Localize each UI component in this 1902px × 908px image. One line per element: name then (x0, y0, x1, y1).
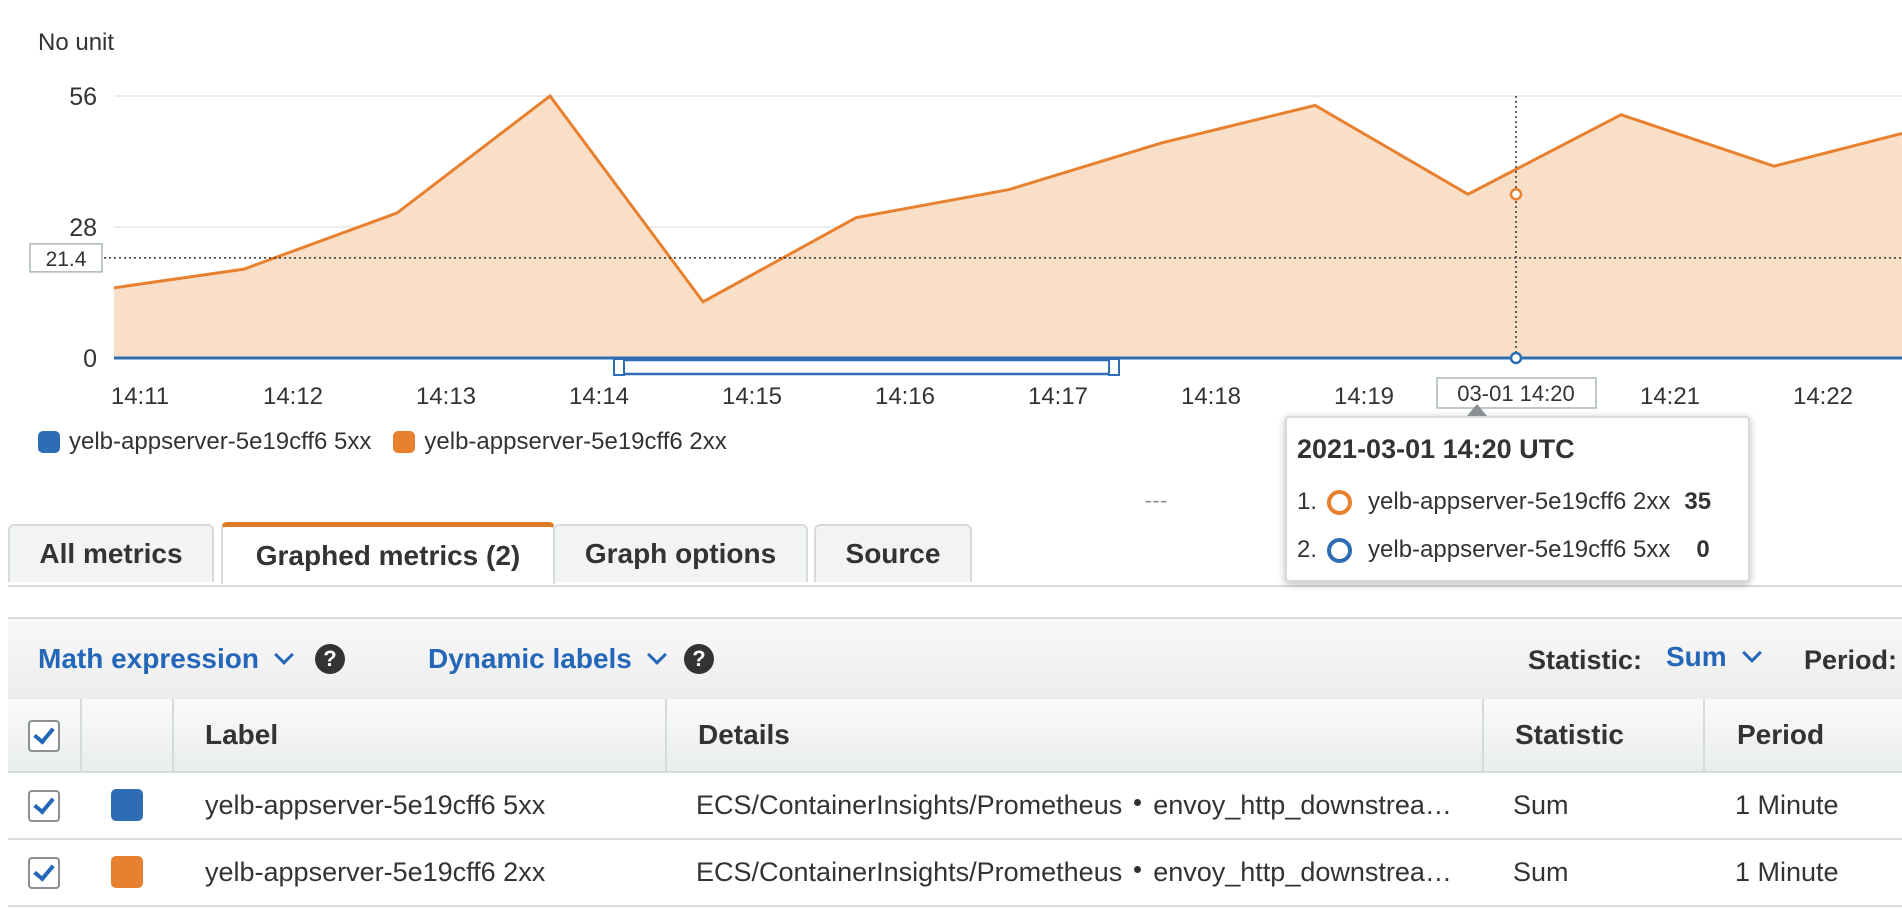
tooltip-row-2: 2. yelb-appserver-5e19cff6 5xx 0 (1297, 536, 1710, 564)
hover-tooltip: 2021-03-01 14:20 UTC 1. yelb-appserver-5… (1285, 404, 1750, 582)
metrics-area-chart[interactable]: 56 28 0 14:11 14:12 14:13 14:14 14:15 14:16 14:1… (0, 0, 1902, 420)
hover-x-label: 03-01 14:20 (1457, 381, 1574, 406)
statistic-dropdown[interactable]: Sum (1666, 641, 1762, 673)
x-tick-label: 14:14 (569, 383, 629, 410)
legend-label-5xx: yelb-appserver-5e19cff6 5xx (69, 428, 372, 455)
tooltip-title: 2021-03-01 14:20 UTC (1297, 434, 1575, 464)
column-header-details[interactable]: Details (698, 699, 790, 771)
table-row[interactable]: yelb-appserver-5e19cff6 2xx ECS/Containe… (8, 840, 1902, 907)
period-label: Period: (1804, 645, 1898, 675)
threshold-label: 21.4 (46, 248, 87, 271)
column-divider (172, 699, 174, 771)
chevron-down-icon (274, 645, 294, 665)
row-checkbox[interactable] (28, 790, 60, 822)
x-tick-label: 14:11 (111, 383, 169, 410)
x-tick-label: 14:18 (1181, 383, 1241, 410)
column-header-statistic[interactable]: Statistic (1515, 699, 1624, 771)
statistic-value: Sum (1666, 641, 1727, 672)
column-header-period[interactable]: Period (1737, 699, 1824, 771)
chevron-down-icon (646, 645, 667, 665)
row-label[interactable]: yelb-appserver-5e19cff6 2xx (205, 840, 545, 905)
tab-graphed-metrics[interactable]: Graphed metrics (2) (221, 522, 555, 584)
graphed-metrics-toolbar: Math expression ? Dynamic labels ? Stati… (8, 617, 1902, 703)
tooltip-row-value: 35 (1684, 488, 1712, 515)
chart-legend: yelb-appserver-5e19cff6 5xx yelb-appserv… (38, 428, 749, 456)
row-metric-name: envoy_http_downstrea… (1153, 857, 1452, 887)
row-statistic[interactable]: Sum (1513, 840, 1569, 905)
x-tick-label: 14:16 (875, 383, 935, 410)
row-namespace: ECS/ContainerInsights/Prometheus (696, 857, 1123, 887)
row-checkbox[interactable] (28, 857, 60, 889)
x-tick-label: 14:22 (1793, 383, 1853, 410)
tab-all-metrics[interactable]: All metrics (8, 524, 214, 582)
row-details: ECS/ContainerInsights/Prometheus envoy_ht… (696, 840, 1452, 905)
x-tick-label: 14:13 (416, 383, 476, 410)
math-expression-dropdown[interactable]: Math expression (38, 643, 294, 675)
hover-point-2xx (1509, 188, 1523, 201)
y-tick-label: 56 (69, 83, 97, 111)
legend-swatch-2xx (393, 431, 416, 453)
tab-source[interactable]: Source (814, 524, 972, 582)
table-row[interactable]: yelb-appserver-5e19cff6 5xx ECS/Containe… (8, 773, 1902, 840)
column-divider (665, 699, 667, 771)
math-expression-help-icon[interactable]: ? (315, 644, 345, 674)
panel-resize-handle[interactable]: --- (1145, 490, 1168, 513)
separator-dot-icon (1134, 799, 1142, 807)
chevron-down-icon (1741, 643, 1762, 663)
tab-divider (8, 585, 1902, 587)
tooltip-arrow (1467, 404, 1487, 416)
dynamic-labels-help-icon[interactable]: ? (684, 644, 714, 674)
legend-item-2xx[interactable]: yelb-appserver-5e19cff6 2xx (393, 428, 727, 456)
series-color-swatch[interactable] (111, 789, 143, 821)
y-tick-label: 28 (69, 214, 97, 242)
brush-handle-left[interactable] (613, 358, 625, 376)
series-area-2xx (114, 96, 1902, 358)
column-divider (80, 699, 82, 771)
row-period[interactable]: 1 Minute (1735, 840, 1839, 905)
x-tick-label: 14:17 (1028, 383, 1088, 410)
legend-swatch-5xx (38, 431, 60, 453)
tooltip-row-label: yelb-appserver-5e19cff6 5xx (1368, 536, 1671, 563)
row-statistic[interactable]: Sum (1513, 773, 1569, 838)
dynamic-labels-dropdown[interactable]: Dynamic labels (428, 643, 667, 675)
brush-handle-right[interactable] (1108, 358, 1120, 376)
time-range-brush[interactable] (613, 358, 1120, 376)
column-divider (1703, 699, 1705, 771)
row-metric-name: envoy_http_downstrea… (1153, 790, 1452, 820)
column-divider (1482, 699, 1484, 771)
select-all-checkbox[interactable] (28, 720, 60, 752)
series-ring-icon (1327, 537, 1353, 563)
tab-graph-options[interactable]: Graph options (553, 524, 808, 582)
tooltip-row-index: 1. (1297, 488, 1318, 515)
column-header-label[interactable]: Label (205, 699, 278, 771)
tooltip-row-value: 0 (1696, 536, 1710, 563)
tooltip-row-1: 1. yelb-appserver-5e19cff6 2xx 35 (1297, 488, 1711, 516)
x-tick-label: 14:12 (263, 383, 323, 410)
x-tick-label: 14:15 (722, 383, 782, 410)
series-ring-icon (1327, 489, 1353, 515)
legend-label-2xx: yelb-appserver-5e19cff6 2xx (424, 428, 727, 455)
statistic-label: Statistic: (1528, 645, 1643, 675)
series-color-swatch[interactable] (111, 856, 143, 888)
y-tick-label: 0 (83, 345, 97, 373)
tooltip-row-index: 2. (1297, 536, 1318, 563)
hover-point-5xx (1509, 351, 1523, 365)
row-details: ECS/ContainerInsights/Prometheus envoy_ht… (696, 773, 1452, 838)
tooltip-row-label: yelb-appserver-5e19cff6 2xx (1368, 488, 1671, 515)
row-label[interactable]: yelb-appserver-5e19cff6 5xx (205, 773, 545, 838)
legend-item-5xx[interactable]: yelb-appserver-5e19cff6 5xx (38, 428, 371, 456)
separator-dot-icon (1134, 866, 1142, 874)
table-header: Label Details Statistic Period (8, 699, 1902, 773)
row-period[interactable]: 1 Minute (1735, 773, 1839, 838)
x-tick-label: 14:21 (1640, 383, 1700, 410)
dynamic-labels-label: Dynamic labels (428, 643, 632, 674)
row-namespace: ECS/ContainerInsights/Prometheus (696, 790, 1123, 820)
math-expression-label: Math expression (38, 643, 259, 674)
x-tick-label: 14:19 (1334, 383, 1394, 410)
